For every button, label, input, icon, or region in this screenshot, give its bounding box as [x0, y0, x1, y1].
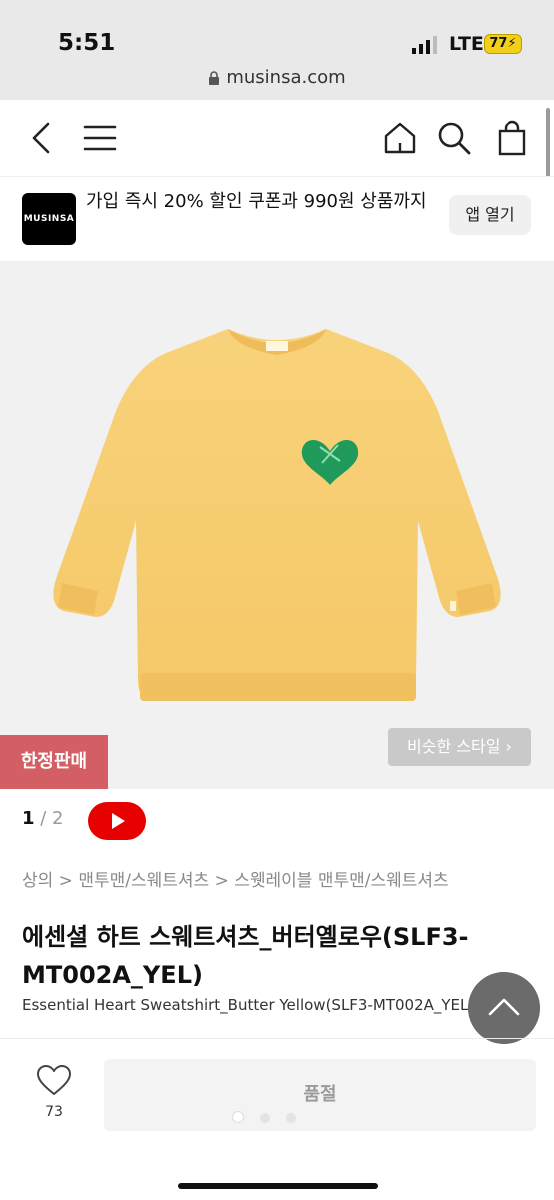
heart-icon [37, 1065, 71, 1095]
divider [0, 1038, 554, 1039]
carousel-dot [286, 1113, 296, 1123]
address-bar[interactable]: musinsa.com [0, 67, 554, 88]
product-title: 에센셜 하트 스웨트셔츠_버터옐로우(SLF3-MT002A_YEL) [22, 923, 469, 989]
close-icon[interactable] [498, 96, 532, 130]
pager-current: 1 [22, 808, 35, 829]
like-button[interactable]: 73 [30, 1064, 78, 1120]
home-icon[interactable] [380, 118, 420, 158]
banner-message: 가입 즉시 20% 할인 쿠폰과 990원 상품까지 [86, 191, 427, 212]
musinsa-logo: MUSINSA [22, 193, 76, 245]
search-icon[interactable] [434, 118, 474, 158]
like-count: 73 [45, 1104, 63, 1120]
soldout-button[interactable]: 품절 [104, 1059, 536, 1131]
sweatshirt-image [53, 329, 501, 701]
url-text: musinsa.com [226, 67, 346, 88]
open-app-button[interactable]: 앱 열기 [449, 195, 531, 235]
youtube-icon[interactable] [88, 800, 146, 842]
signal-icon [412, 36, 437, 54]
limited-sale-badge: 한정판매 [0, 735, 108, 789]
carousel-dot [260, 1113, 270, 1123]
carousel-dots [232, 1108, 312, 1127]
lock-icon [209, 71, 220, 85]
carousel-dot [232, 1111, 244, 1123]
pager-total: 2 [52, 808, 64, 829]
product-subtitle: Essential Heart Sweatshirt_Butter Yellow… [22, 996, 475, 1014]
top-nav [0, 100, 554, 176]
status-time: 5:51 [58, 30, 116, 56]
breadcrumb[interactable]: 상의 > 맨투맨/스웨트셔츠 > 스웻레이블 맨투맨/스웨트셔츠 [22, 866, 449, 891]
back-icon[interactable] [22, 118, 62, 158]
battery-level: 77 [489, 36, 508, 51]
product-image-carousel[interactable] [0, 261, 554, 789]
similar-style-button[interactable]: 비슷한 스타일 › [388, 728, 531, 766]
battery-icon: 77⚡ [484, 34, 522, 54]
menu-icon[interactable] [80, 118, 120, 158]
scroll-to-top-button[interactable] [468, 972, 540, 1044]
network-label: LTE [449, 33, 484, 55]
status-bar: 5:51 LTE 77⚡ musinsa.com [0, 0, 554, 100]
home-indicator [178, 1183, 378, 1189]
pager-separator: / [34, 808, 53, 829]
image-pager: 1 / 2 [22, 808, 64, 829]
